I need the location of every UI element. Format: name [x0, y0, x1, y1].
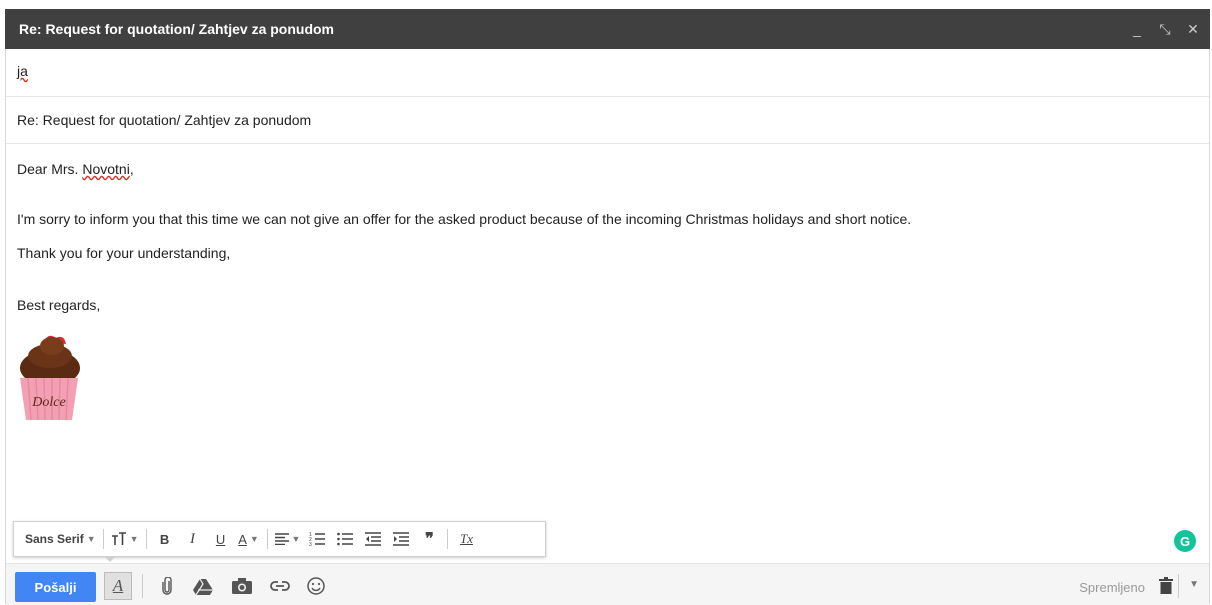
greeting-prefix: Dear Mrs.: [17, 161, 83, 177]
emoji-icon: [307, 577, 325, 595]
indent-less-icon: [365, 532, 382, 546]
toolbar-divider: [1178, 574, 1179, 598]
signature-cupcake-logo: Dolce: [20, 335, 80, 421]
formatting-toolbar: Sans Serif ▼ ▼ B I U A ▼ ▼ 123 ❞ Tx: [13, 521, 546, 557]
toolbar-divider: [447, 529, 449, 549]
remove-formatting-button[interactable]: Tx: [452, 527, 480, 551]
chevron-down-icon: ▼: [86, 534, 96, 544]
body-paragraph-1: I'm sorry to inform you that this time w…: [17, 211, 912, 227]
font-size-button[interactable]: ▼: [108, 527, 142, 551]
close-icon[interactable]: ✕: [1186, 21, 1200, 38]
popout-icon[interactable]: ⤡: [1158, 21, 1172, 38]
attach-button[interactable]: [156, 572, 178, 600]
numbered-list-button[interactable]: 123: [303, 527, 331, 551]
underline-button[interactable]: U: [207, 527, 235, 551]
drive-button[interactable]: [190, 572, 216, 600]
insert-photo-button[interactable]: [229, 572, 255, 600]
numbered-list-icon: 123: [309, 532, 326, 546]
compose-titlebar[interactable]: Re: Request for quotation/ Zahtjev za po…: [5, 9, 1210, 49]
compose-bottom-bar: Pošalji A Spremljeno ▼: [6, 563, 1209, 605]
trash-icon: [1159, 577, 1173, 594]
size-icon: [111, 532, 126, 545]
greeting-line: Dear Mrs. Novotni,: [17, 159, 134, 179]
body-paragraph-2: Thank you for your understanding,: [17, 245, 231, 261]
formatting-icon: A: [112, 576, 124, 595]
quote-button[interactable]: ❞: [415, 527, 443, 551]
text-color-button[interactable]: A ▼: [235, 527, 263, 551]
align-left-icon: [274, 533, 289, 545]
font-family-select[interactable]: Sans Serif ▼: [22, 527, 99, 551]
toolbar-divider: [266, 529, 268, 549]
toolbar-divider: [102, 529, 104, 549]
link-icon: [270, 581, 290, 591]
toolbar-divider: [145, 529, 147, 549]
cupcake-logo-text: Dolce: [31, 395, 65, 410]
discard-draft-button[interactable]: [1159, 577, 1173, 599]
toolbar-pointer: [104, 556, 116, 562]
chevron-down-icon: ▼: [249, 534, 259, 544]
compose-panel: ja Re: Request for quotation/ Zahtjev za…: [5, 49, 1210, 605]
svg-text:3: 3: [309, 542, 312, 546]
chevron-down-icon: ▼: [291, 534, 301, 544]
insert-emoji-button[interactable]: [303, 572, 329, 600]
bold-button[interactable]: B: [151, 527, 179, 551]
indent-less-button[interactable]: [359, 527, 387, 551]
subject-row[interactable]: Re: Request for quotation/ Zahtjev za po…: [6, 97, 1209, 144]
indent-more-icon: [393, 532, 410, 546]
recipients-row[interactable]: ja: [6, 49, 1209, 97]
insert-link-button[interactable]: [267, 572, 293, 600]
greeting-name: Novotni: [82, 161, 130, 177]
more-options-icon[interactable]: ▼: [1189, 579, 1199, 590]
italic-button[interactable]: I: [179, 527, 207, 551]
text-color-icon: A: [238, 531, 247, 547]
minimize-icon[interactable]: _: [1130, 21, 1144, 37]
formatting-options-button[interactable]: A: [104, 572, 132, 600]
subject-field[interactable]: Re: Request for quotation/ Zahtjev za po…: [17, 112, 311, 128]
google-drive-icon: [193, 578, 213, 595]
send-button[interactable]: Pošalji: [15, 572, 96, 602]
camera-icon: [232, 578, 252, 594]
align-button[interactable]: ▼: [272, 527, 304, 551]
closing-line: Best regards,: [17, 297, 101, 313]
indent-more-button[interactable]: [387, 527, 415, 551]
compose-title: Re: Request for quotation/ Zahtjev za po…: [19, 21, 334, 37]
paperclip-icon: [162, 577, 172, 595]
grammarly-icon[interactable]: G: [1174, 530, 1196, 552]
window-controls: _ ⤡ ✕: [1130, 9, 1200, 49]
recipient-chip[interactable]: ja: [17, 63, 28, 79]
chevron-down-icon: ▼: [129, 534, 139, 544]
bulleted-list-button[interactable]: [331, 527, 359, 551]
toolbar-divider: [142, 574, 143, 598]
font-family-label: Sans Serif: [25, 532, 84, 546]
bulleted-list-icon: [337, 532, 354, 546]
greeting-suffix: ,: [129, 161, 134, 177]
saved-status: Spremljeno: [1079, 580, 1145, 595]
